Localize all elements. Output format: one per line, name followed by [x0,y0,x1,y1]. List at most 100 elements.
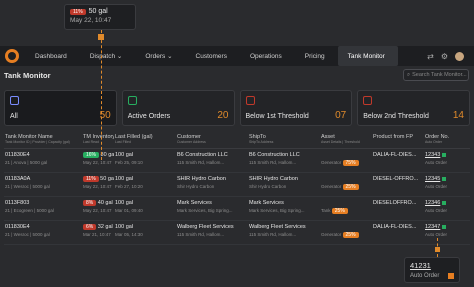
customer-cell: B6 Construction LLC 115 Smith Rd, Hallom… [176,152,248,172]
inventory-date: Mar 21, 10:47 [83,232,111,237]
customer-name: B6 Construction LLC [177,152,228,158]
filter-card-active-orders[interactable]: Active Orders 20 [121,90,235,126]
nav-dispatch[interactable]: Dispatch ⌄ [80,46,136,66]
inventory-amount: 50 gal [100,176,114,182]
product-name: DIESELOFFRO... [373,200,417,206]
tank-details: 21 | Wesroc | 5000 gal [5,184,50,189]
customer-cell: Mark Services Mark Services, Big Spring.… [176,200,248,220]
asset-type: Tank [321,208,331,213]
swap-icon[interactable]: ⇄ [427,52,434,61]
threshold-badge: 25% [342,184,359,190]
card-label: Below 2nd Threshold [363,113,429,120]
brand-logo-icon[interactable] [5,49,19,63]
inventory-percent-badge: 11% [70,8,86,15]
auto-order-toggle[interactable] [442,225,447,229]
product-name: DIESEL-OFFRO... [373,176,419,182]
column-header[interactable]: Order No. Auto Order [424,132,470,148]
order-number-link[interactable]: 12347 [425,224,440,230]
nav-orders-label: Orders [145,52,166,60]
shipto-cell: Walberg Fleet Services 115 Smith Rd, Hal… [248,224,320,244]
auto-order-toggle[interactable] [448,273,454,279]
asset-cell: Generator 25% [320,224,372,244]
shipto-name: Mark Services [249,200,284,206]
table-row[interactable]: 0113F803 21 | Ecogreen | 5000 gal 8% 40 … [4,197,470,221]
filled-date: Mar 05, 14:30 [115,232,143,237]
column-header[interactable]: ShipTo ShipTo Address [248,132,320,148]
auto-order-label: Auto Order [425,208,448,213]
search-input[interactable]: ⌕ Search Tank Monitor... [403,69,469,81]
tank-name-cell: 0113F803 21 | Ecogreen | 5000 gal [4,200,82,220]
filter-card-below-2nd[interactable]: Below 2nd Threshold 14 [357,90,470,126]
nav-customers[interactable]: Customers [186,46,240,66]
table-row[interactable]: 011830E4 21 | Wesroc | 5000 gal 6% 32 ga… [4,221,470,245]
list-icon [127,96,137,105]
auto-order-toggle[interactable] [442,153,447,157]
gear-icon[interactable]: ⚙ [441,52,448,61]
customer-name: Mark Services [177,200,212,206]
order-number-link[interactable]: 12345 [425,176,440,182]
column-header[interactable]: Customer Customer Address [176,132,248,148]
tank-name-cell: 011830E4 21 | Anova | 5000 gal [4,152,82,172]
table-row[interactable]: 01183A0A 21 | Wesroc | 5000 gal 11% 50 g… [4,173,470,197]
tank-alert-icon [363,96,373,105]
auto-order-toggle[interactable] [442,201,447,205]
column-header[interactable]: Tank Monitor Name Tank Monitor ID | Provi… [4,132,82,148]
customer-address: Mark Services, Big Spring... [177,208,233,213]
auto-order-label: Auto Order [410,273,440,279]
auto-order-label: Auto Order [425,184,448,189]
avatar[interactable] [455,51,464,61]
table-row[interactable]: 011830E4 21 | Anova | 5000 gal 16% 80 ga… [4,149,470,173]
threshold-badge: 75% [342,160,359,166]
nav-orders[interactable]: Orders ⌄ [135,46,185,66]
inventory-tooltip: 11% 50 gal May 22, 10:47 [64,4,136,30]
header-sub: Auto Order [425,140,443,144]
page-title: Tank Monitor [4,71,51,80]
header-label: Product from FP [373,134,414,140]
column-header[interactable]: Last Filled (gal) Last Filled [114,132,176,148]
nav-operations[interactable]: Operations [240,46,295,66]
customer-address: 115 Smith Rd, Hallom... [177,160,225,165]
nav-pricing[interactable]: Pricing [295,46,338,66]
header-sub: Customer Address [177,140,206,144]
asset-cell: Generator 25% [320,176,372,196]
inventory-percent-badge: 8% [83,200,97,206]
search-placeholder: Search Tank Monitor... [412,72,467,78]
nav-dashboard[interactable]: Dashboard [25,46,80,66]
asset-type: Generator [321,184,342,189]
inventory-date: May 22, 10:47 [70,17,112,24]
tooltip-connector [101,30,102,160]
inventory-date: May 22, 10:47 [83,208,112,213]
inventory-cell: 16% 80 gal May 22, 10:47 [82,152,114,172]
filter-card-below-1st[interactable]: Below 1st Threshold 07 [239,90,353,126]
last-filled-cell: 100 gal Feb 25, 09:10 [114,152,176,172]
order-number-link[interactable]: 12346 [425,200,440,206]
customer-name: SHIR Hydro Carbon [177,176,226,182]
shipto-address: 115 Smith Rd, Hallom... [249,232,297,237]
auto-order-toggle[interactable] [442,177,447,181]
inventory-date: May 22, 10:47 [83,184,112,189]
nav-tank-monitor[interactable]: Tank Monitor [337,46,398,66]
column-header[interactable]: Product from FP [372,132,424,148]
search-icon: ⌕ [407,71,411,78]
header-sub: Tank Monitor ID | Provider | Capacity (g… [5,140,70,144]
asset-type: Generator [321,232,342,237]
asset-cell: Generator 75% [320,152,372,172]
customer-address: Shir Hydro Carbon [177,184,215,189]
header-sub: Asset Details | Threshold [321,140,360,144]
product-cell: DIESELOFFRO... [372,200,424,220]
order-number-link[interactable]: 41231 [410,261,454,270]
inventory-amount: 80 gal [100,152,114,158]
threshold-badge: 25% [331,208,348,214]
filled-date: Mar 01, 09:40 [115,208,143,213]
tank-name-cell: 01183A0A 21 | Wesroc | 5000 gal [4,176,82,196]
customer-address: 115 Smith Rd, Hallom... [177,232,225,237]
card-count: 14 [452,110,464,121]
card-count: 07 [335,110,347,121]
card-label: Active Orders [127,113,171,120]
filter-card-all[interactable]: All 50 [4,90,117,126]
inventory-date: May 22, 10:47 [83,160,112,165]
column-header[interactable]: TM Inventory Last Read [82,132,114,148]
order-number-link[interactable]: 12343 [425,152,440,158]
shipto-address: Shir Hydro Carbon [249,184,287,189]
column-header[interactable]: Asset Asset Details | Threshold [320,132,372,148]
